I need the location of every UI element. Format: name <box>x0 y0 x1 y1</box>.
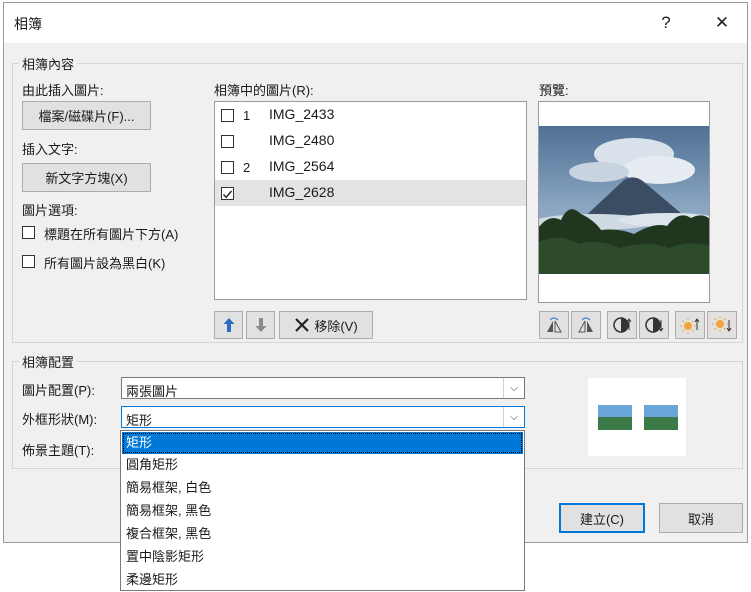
layout-preview <box>588 378 686 456</box>
frame-option-simple-white[interactable]: 簡易框架, 白色 <box>122 477 523 499</box>
more-contrast-button[interactable] <box>607 311 637 339</box>
more-brightness-button[interactable] <box>675 311 705 339</box>
chevron-down-icon[interactable]: ⌵ <box>503 378 524 398</box>
preview-image <box>539 102 709 302</box>
frame-option-simple-black[interactable]: 簡易框架, 黑色 <box>122 500 523 522</box>
frame-option-rounded-rectangle[interactable]: 圓角矩形 <box>122 454 523 476</box>
brightness-down-icon <box>712 316 732 332</box>
pictures-in-album-label: 相簿中的圖片(R): <box>214 83 314 98</box>
file-disk-button[interactable]: 檔案/磁碟片(F)... <box>22 101 151 130</box>
caption-below-label: 標題在所有圖片下方(A) <box>44 227 179 242</box>
caption-below-checkbox[interactable] <box>22 226 35 239</box>
remove-x-icon <box>295 318 310 332</box>
help-button[interactable]: ? <box>649 9 683 37</box>
cancel-button[interactable]: 取消 <box>659 503 743 533</box>
less-contrast-button[interactable] <box>639 311 669 339</box>
picture-name: IMG_2433 <box>269 106 335 122</box>
picture-name: IMG_2564 <box>269 158 335 174</box>
arrow-up-icon <box>223 318 234 332</box>
picture-checkbox[interactable] <box>221 109 234 122</box>
picture-layout-value: 兩張圖片 <box>126 384 179 399</box>
preview-pane <box>538 101 710 303</box>
contrast-down-icon <box>645 317 664 333</box>
rotate-left-icon <box>547 317 562 333</box>
remove-button[interactable]: 移除(V) <box>279 311 373 339</box>
slide-number: 1 <box>243 108 251 123</box>
picture-name: IMG_2480 <box>269 132 335 148</box>
move-down-button[interactable] <box>246 311 275 339</box>
insert-from-label: 由此插入圖片: <box>22 83 104 98</box>
rotate-right-icon <box>578 317 593 333</box>
checkmark-icon <box>222 190 233 199</box>
frame-option-rectangle[interactable]: 矩形 <box>122 432 523 454</box>
black-white-label: 所有圖片設為黑白(K) <box>44 256 166 271</box>
preview-label: 預覽: <box>539 83 569 98</box>
contrast-up-icon <box>613 317 632 333</box>
picture-layout-select[interactable]: 兩張圖片 ⌵ <box>121 377 525 399</box>
move-up-button[interactable] <box>214 311 243 339</box>
new-textbox-button[interactable]: 新文字方塊(X) <box>22 163 151 192</box>
frame-shape-value: 矩形 <box>126 413 153 428</box>
frame-shape-dropdown[interactable]: 矩形 圓角矩形 簡易框架, 白色 簡易框架, 黑色 複合框架, 黑色 置中陰影矩… <box>120 430 525 591</box>
album-layout-label: 相簿配置 <box>19 352 78 371</box>
brightness-up-icon <box>680 318 700 334</box>
list-item[interactable]: IMG_2480 <box>215 128 526 154</box>
help-icon: ? <box>661 13 671 32</box>
picture-checkbox[interactable] <box>221 187 234 200</box>
title-bar: 相簿 ? ✕ <box>4 3 747 43</box>
rotate-right-button[interactable] <box>571 311 601 339</box>
frame-shape-select[interactable]: 矩形 ⌵ <box>121 406 525 428</box>
list-item[interactable]: 2 IMG_2564 <box>215 154 526 180</box>
dialog-title: 相簿 <box>14 16 42 32</box>
slide-number: 2 <box>243 160 251 175</box>
arrow-down-icon <box>255 318 266 332</box>
picture-checkbox[interactable] <box>221 135 234 148</box>
picture-checkbox[interactable] <box>221 161 234 174</box>
create-button[interactable]: 建立(C) <box>559 503 645 533</box>
close-icon: ✕ <box>714 13 730 32</box>
frame-option-soft-edge[interactable]: 柔邊矩形 <box>122 569 523 591</box>
list-item[interactable]: 1 IMG_2433 <box>215 102 526 128</box>
frame-shape-label: 外框形狀(M): <box>22 412 98 427</box>
insert-text-label: 插入文字: <box>22 142 78 157</box>
picture-name: IMG_2628 <box>269 184 335 200</box>
black-white-checkbox[interactable] <box>22 255 35 268</box>
less-brightness-button[interactable] <box>707 311 737 339</box>
remove-button-label: 移除(V) <box>314 318 358 334</box>
picture-options-label: 圖片選項: <box>22 203 78 218</box>
rotate-left-button[interactable] <box>539 311 569 339</box>
frame-option-compound-black[interactable]: 複合框架, 黑色 <box>122 523 523 545</box>
pictures-listbox[interactable]: 1 IMG_2433 IMG_2480 2 IMG_2564 IMG_2628 <box>214 101 527 300</box>
picture-layout-label: 圖片配置(P): <box>22 383 95 398</box>
close-button[interactable]: ✕ <box>705 9 739 37</box>
album-content-label: 相簿內容 <box>19 54 78 73</box>
chevron-down-icon[interactable]: ⌵ <box>503 407 524 427</box>
list-item[interactable]: IMG_2628 <box>215 180 526 206</box>
theme-label: 佈景主題(T): <box>22 443 95 458</box>
layout-preview-image <box>598 405 678 430</box>
frame-option-center-shadow[interactable]: 置中陰影矩形 <box>122 546 523 568</box>
